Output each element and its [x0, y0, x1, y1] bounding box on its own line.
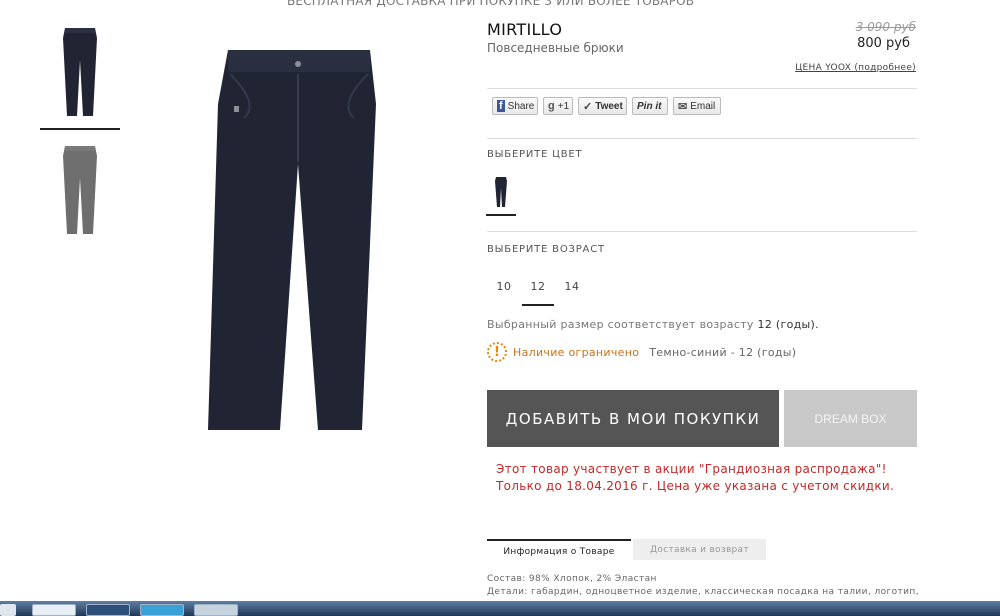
- divider: [487, 138, 917, 139]
- promo-line-1: Этот товар участвует в акции "Грандиозна…: [496, 462, 887, 476]
- taskbar-browser-icon[interactable]: [32, 604, 76, 616]
- age-section-label: ВЫБЕРИТЕ ВОЗРАСТ: [487, 244, 605, 255]
- product-subtitle: Повседневные брюки: [487, 41, 624, 55]
- email-label: Email: [690, 100, 716, 112]
- color-swatch-dark-blue[interactable]: [486, 174, 516, 216]
- taskbar-window-icon[interactable]: [86, 604, 130, 616]
- size-note-text: Выбранный размер соответствует возрасту: [487, 318, 754, 331]
- thumbnail-gray-pants[interactable]: [40, 142, 120, 242]
- pants-thumbnail-image: [63, 28, 97, 116]
- dream-box-button[interactable]: DREAM BOX: [784, 390, 917, 447]
- color-section-label: ВЫБЕРИТЕ ЦВЕТ: [487, 149, 583, 160]
- facebook-icon: f: [497, 100, 505, 112]
- banner-text: БЕСПЛАТНАЯ ДОСТАВКА ПРИ ПОКУПКЕ 3 ИЛИ БО…: [287, 0, 695, 8]
- size-option-10[interactable]: 10: [488, 280, 520, 304]
- google-plus-button[interactable]: g +1: [543, 97, 573, 115]
- details-text: Детали: габардин, одноцветное изделие, к…: [487, 587, 919, 597]
- selected-variant-text: Темно-синий - 12 (годы): [649, 345, 797, 359]
- pants-swatch-icon: [495, 177, 507, 207]
- facebook-share-button[interactable]: f Share: [492, 97, 538, 115]
- tweet-button[interactable]: ✓ Tweet: [578, 97, 627, 115]
- taskbar-skype-icon[interactable]: [140, 604, 184, 616]
- add-to-cart-button[interactable]: ДОБАВИТЬ В МОИ ПОКУПКИ: [487, 390, 779, 447]
- main-product-image[interactable]: [200, 44, 390, 436]
- thumbnail-dark-pants[interactable]: [40, 24, 120, 130]
- pinit-label: Pin it: [637, 100, 662, 112]
- divider: [487, 231, 917, 232]
- size-note-value: 12 (годы).: [757, 318, 819, 331]
- size-option-14[interactable]: 14: [556, 280, 588, 304]
- divider: [487, 88, 917, 89]
- envelope-icon: ✉: [678, 100, 688, 113]
- limited-availability-text: Наличие ограничено: [513, 345, 640, 359]
- size-option-12[interactable]: 12: [522, 280, 554, 306]
- availability-status: ! Наличие ограничено Темно-синий - 12 (г…: [487, 341, 796, 363]
- brand-name[interactable]: MIRTILLO: [487, 20, 562, 39]
- taskbar-app-icon[interactable]: [194, 604, 238, 616]
- pants-thumbnail-image-gray: [63, 146, 97, 234]
- twitter-icon: ✓: [583, 100, 593, 113]
- email-button[interactable]: ✉ Email: [673, 97, 721, 115]
- selected-size-note: Выбранный размер соответствует возрасту …: [487, 318, 819, 331]
- tab-delivery-returns[interactable]: Доставка и возврат: [633, 539, 766, 560]
- google-plus-icon: g: [548, 100, 555, 112]
- tweet-label: Tweet: [595, 100, 623, 112]
- price-info-link[interactable]: ЦЕНА YOOX (подробнее): [795, 63, 916, 73]
- current-price: 800 руб: [857, 36, 910, 51]
- tab-product-info[interactable]: Информация о Товаре: [487, 539, 631, 562]
- old-price: 3 090 руб: [855, 20, 916, 34]
- pinterest-button[interactable]: Pin it: [632, 97, 668, 115]
- plus-one-label: +1: [557, 100, 570, 112]
- warning-icon: !: [487, 342, 507, 362]
- free-shipping-banner: БЕСПЛАТНАЯ ДОСТАВКА ПРИ ПОКУПКЕ 3 ИЛИ БО…: [0, 0, 1000, 9]
- pants-image: [208, 50, 376, 430]
- start-icon[interactable]: [0, 604, 16, 616]
- promo-message: Этот товар участвует в акции "Грандиозна…: [496, 461, 894, 495]
- promo-line-2: Только до 18.04.2016 г. Цена уже указана…: [496, 479, 895, 493]
- composition-text: Состав: 98% Хлопок, 2% Эластан: [487, 574, 657, 584]
- share-label: Share: [507, 100, 535, 112]
